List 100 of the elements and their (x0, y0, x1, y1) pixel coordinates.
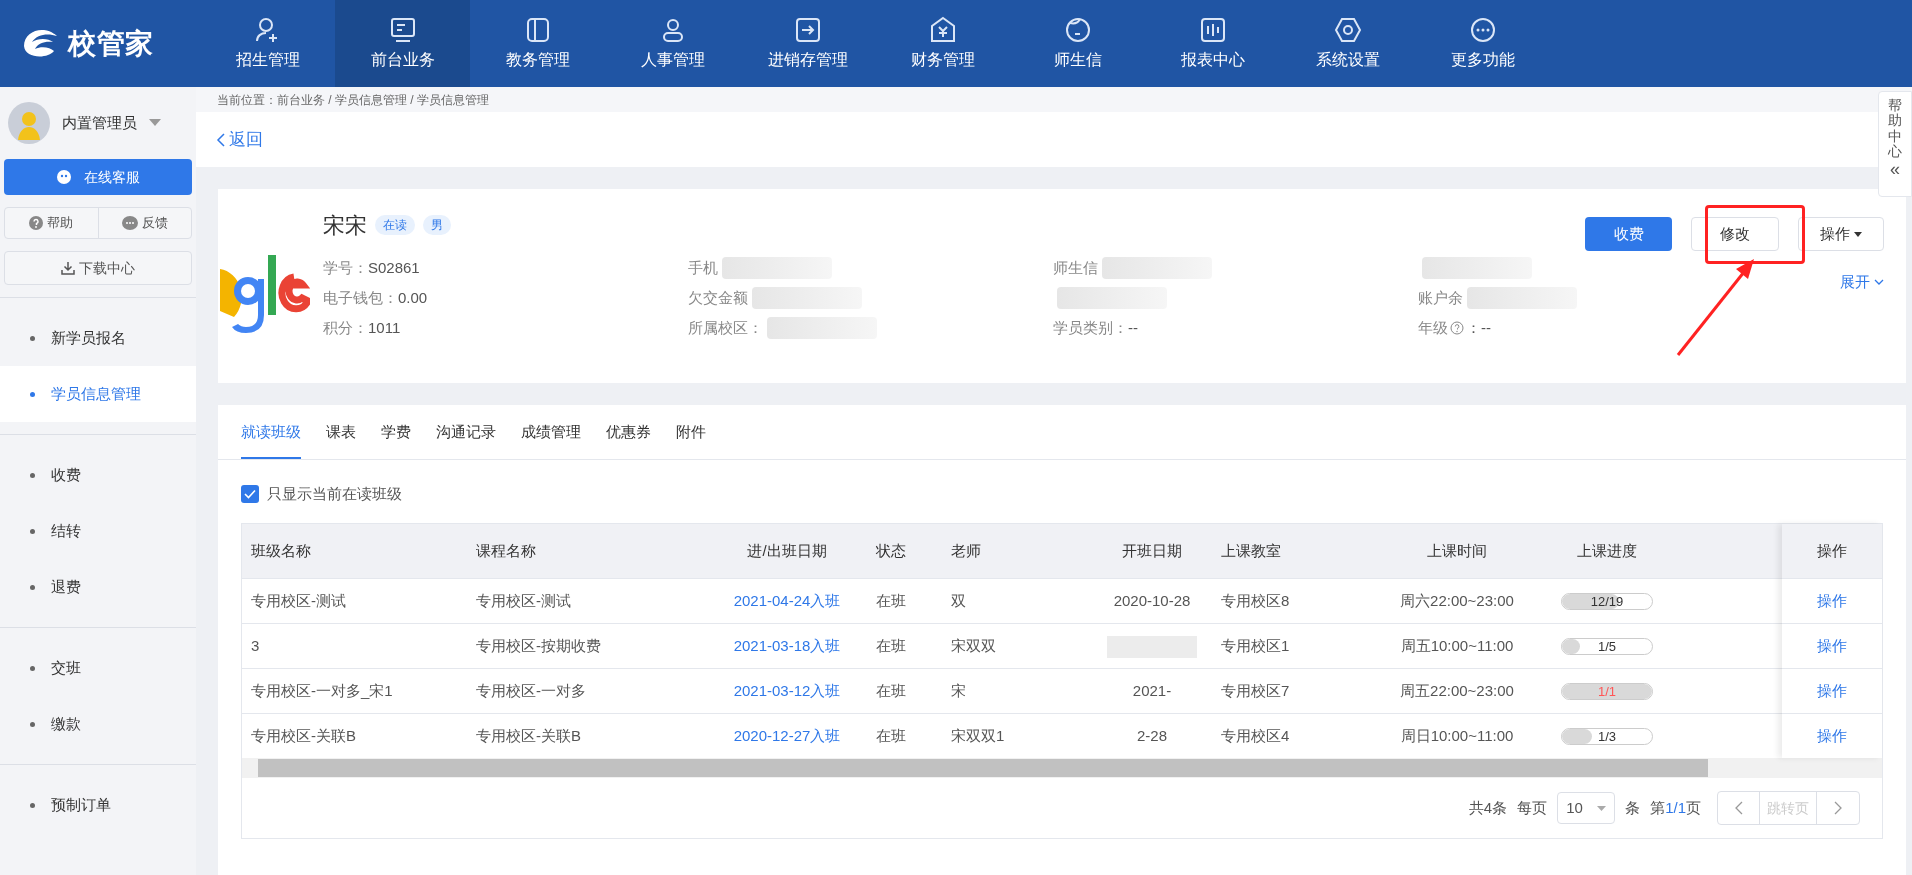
arrow-box-icon (793, 15, 822, 44)
table-cell: 专用校区8 (1221, 591, 1290, 609)
sidebar-item[interactable]: 收费 (0, 447, 196, 503)
check-icon (244, 489, 256, 499)
sidebar-item[interactable]: 退费 (0, 559, 196, 615)
nav-tab[interactable]: 报表中心 (1145, 0, 1280, 87)
sidebar-item[interactable]: 交班 (0, 640, 196, 696)
field-value: 1011 (368, 317, 401, 338)
tab[interactable]: 成绩管理 (521, 420, 581, 459)
field-label: 学号： (323, 257, 368, 278)
table-cell: 专用校区1 (1221, 636, 1290, 654)
column-header: 进/出班日期 (746, 540, 828, 561)
select-value: 10 (1566, 797, 1583, 818)
field-label: 师生信 (1053, 257, 1098, 278)
table-cell: 3 (251, 636, 260, 654)
tag: 男 (423, 215, 451, 235)
help-button[interactable]: 帮助 (5, 208, 99, 238)
date-link[interactable]: 2020-12-27入班 (733, 726, 841, 744)
nav-tab[interactable]: 系统设置 (1280, 0, 1415, 87)
nav-tab[interactable]: 前台业务 (335, 0, 470, 87)
table-cell: 在班 (876, 726, 906, 744)
nav-tab[interactable]: 招生管理 (200, 0, 335, 87)
field-label: 电子钱包： (323, 287, 398, 308)
table-cell: 周五22:00~23:00 (1400, 681, 1514, 699)
nav-tab[interactable]: 财务管理 (875, 0, 1010, 87)
help-icon (29, 216, 44, 230)
table-cell: 宋双双1 (951, 726, 1005, 744)
date-link[interactable]: 2021-03-18入班 (733, 636, 841, 654)
nav-tab[interactable]: 师生信 (1010, 0, 1145, 87)
download-icon (61, 261, 75, 275)
collapse-icon: « (1890, 159, 1900, 178)
field-label: 年级 (1418, 317, 1448, 338)
table-cell: 专用校区7 (1221, 681, 1290, 699)
chevron-down-icon (1874, 279, 1884, 286)
sidebar-item[interactable]: 学员信息管理 (0, 366, 196, 422)
table-cell: 专用校区-一对多_宋1 (251, 681, 393, 699)
table-cell: 专用校区-测试 (251, 591, 346, 609)
sidebar-item[interactable]: 预制订单 (0, 777, 196, 833)
face-icon (1063, 15, 1092, 44)
table-cell: 周日10:00~11:00 (1400, 726, 1514, 744)
online-service-button[interactable]: 在线客服 (4, 159, 192, 195)
field-label: 积分： (323, 317, 368, 338)
settings-icon (1333, 15, 1362, 44)
action-link[interactable]: 操作 (1817, 634, 1847, 658)
table-cell: 专用校区-按期收费 (476, 636, 601, 654)
progress-text: 12/19 (1589, 593, 1625, 609)
table-cell: 专用校区-关联B (476, 726, 581, 744)
tab[interactable]: 优惠券 (606, 420, 651, 459)
chat-icon (56, 169, 72, 185)
total-count: 共4条 (1468, 797, 1508, 818)
table-cell: 周六22:00~23:00 (1400, 591, 1514, 609)
table-cell: 在班 (876, 636, 906, 654)
chevron-left-icon (216, 132, 225, 147)
unit-label: 条 (1625, 797, 1641, 818)
expand-link[interactable]: 展开 (1840, 271, 1884, 294)
progress-text: 1/5 (1596, 638, 1618, 654)
download-center-button[interactable]: 下载中心 (4, 251, 192, 285)
nav-tab[interactable]: 进销存管理 (740, 0, 875, 87)
table-cell: 专用校区-关联B (251, 726, 356, 744)
scrollbar[interactable] (242, 758, 1882, 778)
actions-dropdown-button[interactable]: 操作 (1798, 217, 1884, 251)
sidebar-item[interactable]: 新学员报名 (0, 310, 196, 366)
table-cell: 在班 (876, 591, 906, 609)
nav-tab[interactable]: 人事管理 (605, 0, 740, 87)
tab[interactable]: 附件 (676, 420, 706, 459)
feedback-button[interactable]: 反馈 (98, 208, 191, 238)
action-link[interactable]: 操作 (1817, 724, 1847, 748)
tab[interactable]: 沟通记录 (436, 420, 496, 459)
tab[interactable]: 学费 (381, 420, 411, 459)
nav-tab[interactable]: 教务管理 (470, 0, 605, 87)
edit-button[interactable]: 修改 (1691, 217, 1779, 251)
field-label: 所属校区： (688, 317, 763, 338)
date-link[interactable]: 2021-04-24入班 (733, 591, 841, 609)
action-link[interactable]: 操作 (1817, 679, 1847, 703)
checkbox-label: 只显示当前在读班级 (267, 483, 402, 504)
help-center-tab[interactable]: 帮助中心 « (1878, 91, 1912, 197)
caret-icon (149, 119, 161, 127)
tab[interactable]: 就读班级 (241, 420, 301, 459)
student-name: 宋宋 (323, 211, 367, 240)
nav-tab[interactable]: 更多功能 (1415, 0, 1550, 87)
monitor-icon (388, 15, 417, 44)
sidebar-item[interactable]: 结转 (0, 503, 196, 559)
tag: 在读 (375, 215, 415, 235)
sidebar-item[interactable]: 缴款 (0, 696, 196, 752)
table-cell: 宋双双 (951, 636, 996, 654)
column-header: 上课进度 (1576, 540, 1638, 561)
column-header: 上课教室 (1220, 540, 1282, 561)
tab[interactable]: 课表 (326, 420, 356, 459)
table-cell: 2020-10-28 (1113, 591, 1191, 609)
money-icon (928, 15, 957, 44)
user-name: 内置管理员 (62, 112, 137, 133)
back-link[interactable]: 返回 (216, 126, 263, 153)
page-size-label: 每页 (1517, 797, 1548, 818)
chevron-right-icon (1833, 801, 1843, 815)
field-value: 0.00 (398, 287, 428, 308)
action-link[interactable]: 操作 (1817, 589, 1847, 613)
checkbox[interactable] (241, 485, 259, 503)
page-size-select[interactable]: 10 (1557, 792, 1616, 824)
charge-button[interactable]: 收费 (1585, 217, 1672, 251)
date-link[interactable]: 2021-03-12入班 (733, 681, 841, 699)
